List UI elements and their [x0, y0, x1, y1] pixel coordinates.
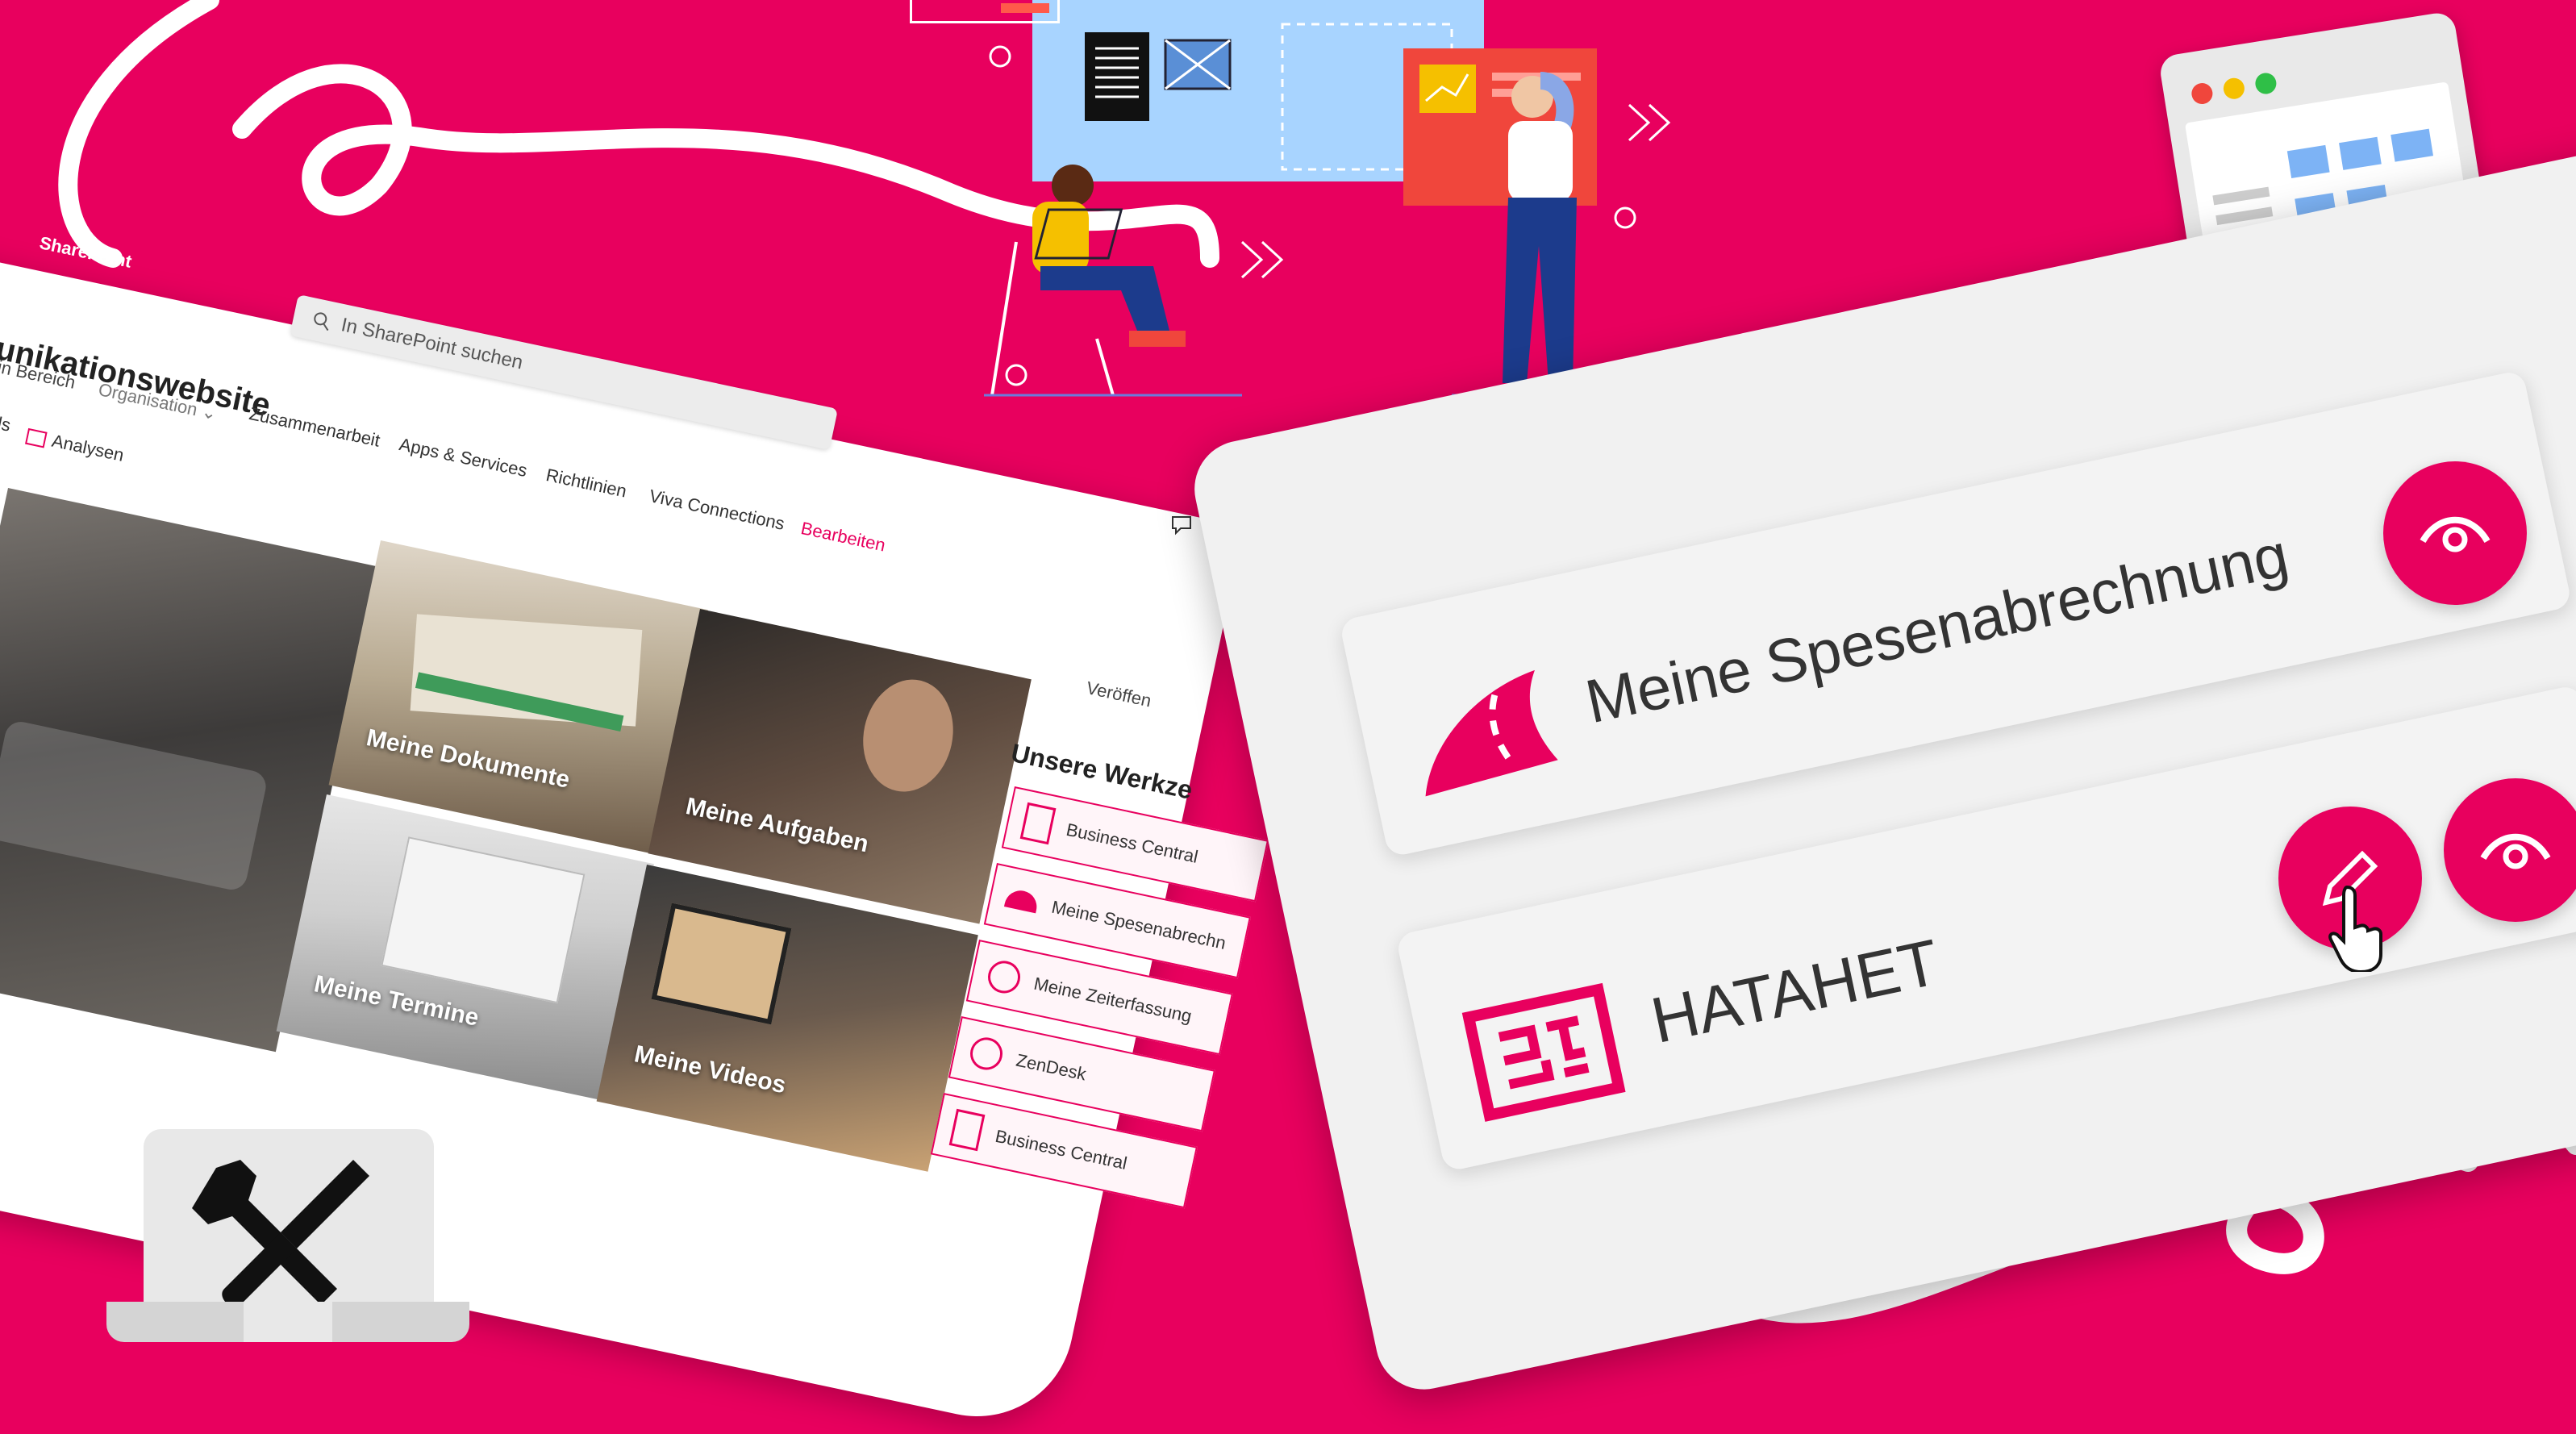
- hatahet-logo-icon: [1461, 982, 1626, 1122]
- mockup-fragment: [910, 0, 1060, 23]
- laptop-illustration: [144, 1129, 434, 1323]
- analytics-icon: [24, 428, 48, 448]
- tile-label: Meine Dokumente: [364, 724, 573, 794]
- team-illustration: [984, 0, 1621, 397]
- road-icon: [1425, 669, 1558, 797]
- contact-card-icon: [948, 1108, 986, 1152]
- road-icon: [1003, 887, 1040, 914]
- search-icon: [314, 312, 329, 331]
- view-button-2[interactable]: [2444, 778, 2576, 922]
- eye-icon: [2480, 833, 2551, 869]
- clock-search-icon: [985, 957, 1023, 997]
- eye-icon: [2420, 516, 2491, 552]
- clock-search-icon: [967, 1034, 1006, 1073]
- tile-label: Meine Aufgaben: [683, 793, 871, 858]
- tools-icon: [192, 1160, 369, 1307]
- feedback-icon: [1172, 516, 1191, 536]
- laptop-base: [106, 1302, 469, 1342]
- contact-card-icon: [1019, 802, 1057, 845]
- hand-cursor-icon: [2328, 885, 2382, 972]
- tile-label: Meine Videos: [631, 1040, 789, 1099]
- app-label: HATAHET: [1644, 925, 1945, 1057]
- view-button[interactable]: [2383, 461, 2527, 605]
